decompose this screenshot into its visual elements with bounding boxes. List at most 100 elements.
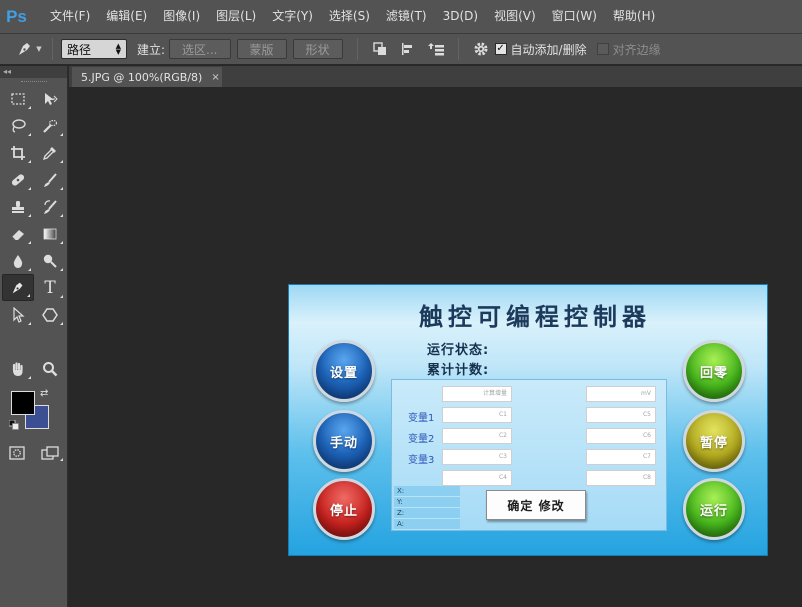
default-colors-icon[interactable] — [9, 420, 19, 430]
menu-filter[interactable]: 滤镜(T) — [378, 0, 435, 33]
updown-arrows-icon: ▲ ▼ — [115, 42, 121, 56]
make-mask-button[interactable]: 蒙版 — [236, 39, 287, 59]
path-select-tool[interactable] — [2, 301, 34, 328]
divider — [457, 38, 459, 60]
manual-button: 手动 — [313, 410, 375, 472]
history-brush-tool[interactable] — [34, 193, 66, 220]
mode-select[interactable]: 路径 ▲ ▼ — [61, 39, 127, 59]
document-tab[interactable]: 5.JPG @ 100%(RGB/8) × — [72, 67, 222, 87]
coord-a: A: — [394, 519, 460, 530]
foreground-color-swatch[interactable] — [11, 391, 35, 415]
history-brush-icon — [44, 199, 57, 214]
color-swatches: ⇄ — [0, 388, 67, 440]
left-field: C1 — [442, 407, 512, 423]
screen-mode-button[interactable] — [34, 442, 66, 464]
menu-select[interactable]: 选择(S) — [321, 0, 378, 33]
menu-window[interactable]: 窗口(W) — [544, 0, 605, 33]
quick-mask-button[interactable] — [1, 442, 33, 464]
path-alignment-button[interactable] — [397, 38, 419, 60]
coord-x: X: — [394, 486, 460, 497]
shape-icon — [42, 307, 58, 322]
stop-button: 停止 — [313, 478, 375, 540]
healing-tool[interactable] — [2, 166, 34, 193]
auto-add-delete-checkbox[interactable]: ✓ — [494, 43, 507, 55]
eyedropper-tool[interactable] — [34, 139, 66, 166]
menu-layer[interactable]: 图层(L) — [208, 0, 264, 33]
brush-tool[interactable] — [34, 166, 66, 193]
lasso-tool[interactable] — [2, 112, 34, 139]
left-field: C4 — [442, 470, 512, 486]
home-button: 回零 — [683, 340, 745, 402]
chevron-down-icon: ▼ — [36, 45, 42, 53]
toolbox-collapse-button[interactable]: ◂◂ — [0, 66, 67, 78]
menu-3d[interactable]: 3D(D) — [435, 0, 486, 33]
crop-icon — [11, 145, 25, 160]
hand-icon — [12, 361, 23, 376]
gear-icon — [474, 42, 488, 56]
run-status-label: 运行状态: — [427, 343, 490, 358]
type-icon: T — [44, 277, 56, 298]
options-bar: ▼ 路径 ▲ ▼ 建立: 选区... 蒙版 形状 ✓ 自动添加/删除 对齐边缘 — [0, 33, 802, 65]
hmi-image: 触控可编程控制器 运行状态: 累计计数: 设置 手动 停止 回零 暂停 运行 计… — [288, 284, 768, 556]
move-tool[interactable] — [34, 85, 66, 112]
lasso-icon — [12, 118, 26, 133]
settings-button[interactable] — [470, 38, 492, 60]
align-icon — [401, 43, 412, 55]
zoom-tool[interactable] — [34, 355, 66, 382]
pen-icon — [12, 282, 23, 293]
menu-file[interactable]: 文件(F) — [42, 0, 98, 33]
dodge-tool[interactable] — [34, 247, 66, 274]
marquee-icon — [11, 92, 25, 105]
run-button: 运行 — [683, 478, 745, 540]
document-tab-strip: 5.JPG @ 100%(RGB/8) × — [69, 66, 802, 87]
blur-tool[interactable] — [2, 247, 34, 274]
left-field: 计算增量 — [442, 386, 512, 402]
make-label: 建立: — [137, 42, 166, 57]
eraser-tool[interactable] — [2, 220, 34, 247]
stamp-tool[interactable] — [2, 193, 34, 220]
crop-tool[interactable] — [2, 139, 34, 166]
close-icon[interactable]: × — [211, 72, 219, 83]
path-operations-button[interactable] — [369, 38, 391, 60]
right-field: C5 — [586, 407, 656, 423]
menu-type[interactable]: 文字(Y) — [264, 0, 321, 33]
menu-help[interactable]: 帮助(H) — [605, 0, 663, 33]
quick-mask-icon — [9, 446, 25, 460]
stamp-icon — [12, 200, 24, 213]
menu-edit[interactable]: 编辑(E) — [98, 0, 155, 33]
coord-y: Y: — [394, 497, 460, 508]
right-field: C6 — [586, 428, 656, 444]
menu-image[interactable]: 图像(I) — [155, 0, 208, 33]
coord-z: Z: — [394, 508, 460, 519]
path-arrangement-button[interactable] — [425, 38, 447, 60]
document-tab-title: 5.JPG @ 100%(RGB/8) — [81, 70, 203, 84]
gradient-tool[interactable] — [34, 220, 66, 247]
quick-select-tool[interactable] — [34, 112, 66, 139]
hmi-title: 触控可编程控制器 — [419, 303, 651, 331]
pen-tool[interactable] — [2, 274, 34, 301]
brush-icon — [44, 172, 57, 187]
coordinate-readout: X: Y: Z: A: — [394, 486, 460, 530]
mode-select-value: 路径 — [67, 42, 92, 57]
type-tool[interactable]: T — [34, 274, 66, 301]
screen-mode-icon — [41, 446, 59, 460]
left-field: C3 — [442, 449, 512, 465]
hand-tool[interactable] — [2, 355, 34, 382]
gradient-icon — [43, 228, 57, 239]
align-edges-checkbox[interactable] — [596, 43, 609, 55]
menu-view[interactable]: 视图(V) — [486, 0, 544, 33]
eyedropper-icon — [42, 146, 56, 160]
divider — [52, 38, 53, 60]
variable-label: 变量3 — [408, 455, 435, 466]
toolbox-grip[interactable] — [0, 78, 67, 85]
move-icon — [45, 92, 58, 105]
right-field: mV — [586, 386, 656, 402]
marquee-tool[interactable] — [2, 85, 34, 112]
tool-preset-picker[interactable]: ▼ — [14, 37, 44, 61]
make-selection-button[interactable]: 选区... — [169, 39, 231, 59]
count-label: 累计计数: — [427, 363, 490, 378]
auto-add-delete-label: 自动添加/删除 — [510, 42, 587, 57]
make-shape-button[interactable]: 形状 — [292, 39, 343, 59]
shape-tool[interactable] — [34, 301, 66, 328]
swap-colors-icon[interactable]: ⇄ — [40, 388, 48, 399]
